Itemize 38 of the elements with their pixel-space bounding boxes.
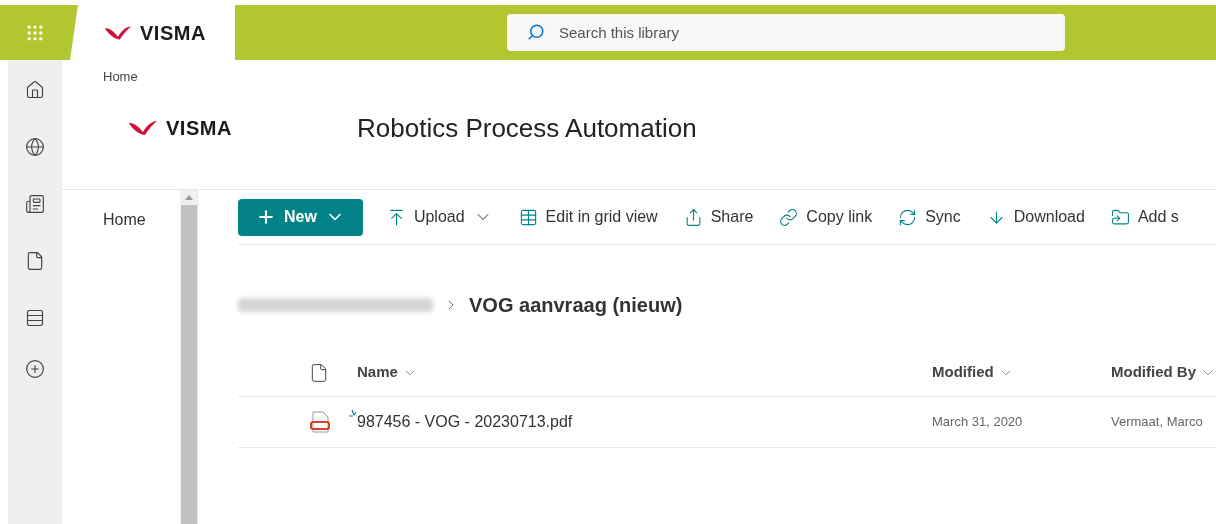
folder-link-icon — [1110, 207, 1130, 227]
toolbar-button[interactable]: Copy link — [779, 205, 873, 229]
toolbar-button[interactable]: Share — [683, 205, 754, 229]
globe-icon[interactable] — [25, 137, 45, 157]
modified-by-cell-text: Vermaat, Marco — [1111, 413, 1203, 432]
nav-link[interactable]: Home — [103, 208, 146, 232]
logo-text: VISMA — [140, 20, 206, 46]
list-icon[interactable] — [25, 308, 45, 328]
document-icon[interactable] — [25, 251, 45, 271]
search-field[interactable]: Search this library — [507, 14, 1065, 51]
current-folder: VOG aanvraag (nieuw) — [469, 293, 683, 318]
scrollbar[interactable] — [180, 190, 198, 524]
search-icon — [527, 23, 545, 41]
toolbar-button[interactable]: Upload — [386, 205, 493, 229]
breadcrumb-link[interactable]: Home — [103, 67, 138, 87]
grid-icon — [518, 207, 538, 227]
column-header[interactable]: Modified By — [1111, 361, 1216, 384]
plus-icon — [256, 207, 276, 227]
link-icon — [779, 207, 799, 227]
logo-icon — [128, 120, 158, 136]
toolbar-button[interactable]: Add s — [1110, 205, 1179, 229]
logo-icon — [104, 24, 132, 41]
new-button[interactable]: New — [238, 198, 363, 236]
file-type-icon[interactable] — [309, 362, 329, 383]
pdf-file-icon — [310, 411, 330, 433]
logo-text: VISMA — [166, 116, 232, 141]
site-title: Robotics Process Automation — [357, 111, 697, 145]
modified-cell-text: March 31, 2020 — [932, 413, 1024, 432]
sync-icon — [898, 207, 918, 227]
add-icon[interactable] — [25, 359, 45, 379]
file-name-link[interactable]: 987456 - VOG - 20230713.pdf — [357, 410, 932, 434]
news-icon[interactable] — [25, 194, 45, 214]
column-header[interactable]: Modified — [932, 361, 1111, 384]
home-icon[interactable] — [25, 80, 45, 100]
toolbar-button[interactable]: Download — [986, 205, 1085, 229]
toolbar-button[interactable]: Sync — [898, 205, 961, 229]
column-header[interactable]: Name — [357, 361, 932, 384]
toolbar-button[interactable]: Edit in grid view — [518, 205, 658, 229]
